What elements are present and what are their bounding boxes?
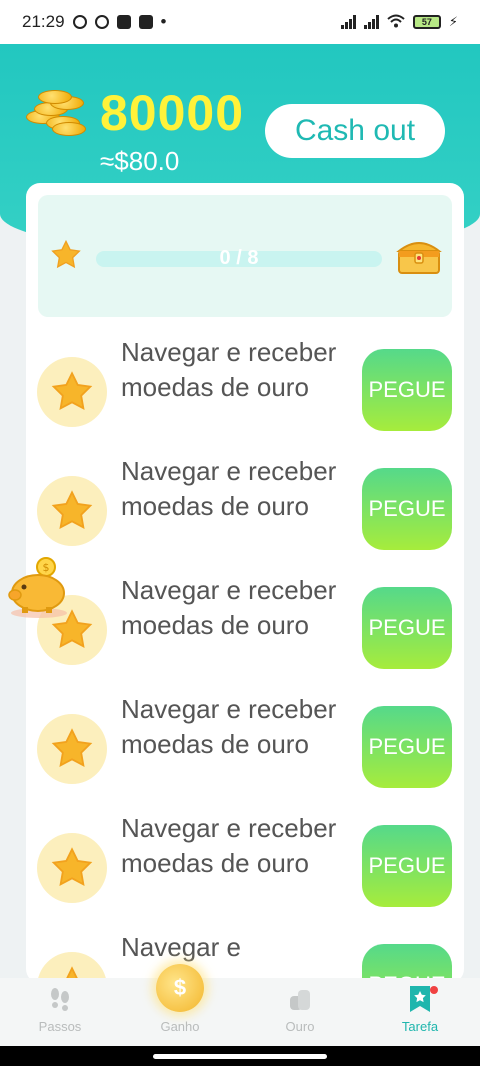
status-bar: 21:29 • 57 ⚡	[0, 0, 480, 44]
nav-item-ouro[interactable]: Ouro	[240, 978, 360, 1046]
piggy-bank-icon[interactable]: $	[6, 555, 72, 621]
task-row: Navegar ePEGUE	[26, 928, 464, 983]
nav-label: Passos	[38, 1019, 82, 1034]
headphones-icon	[72, 15, 87, 29]
task-progress-panel: 0 / 8	[38, 195, 452, 317]
usd-equivalent: ≈$80.0	[100, 146, 180, 176]
task-label: Navegar e	[121, 932, 241, 962]
charging-icon: ⚡	[448, 14, 458, 29]
pegue-button[interactable]: PEGUE	[362, 587, 452, 669]
nav-label: Tarefa	[401, 1019, 439, 1034]
treasure-chest-icon[interactable]	[394, 235, 444, 277]
task-label: Navegar e receber moedas de ouro	[121, 575, 337, 640]
task-label: Navegar e receber moedas de ouro	[121, 813, 337, 878]
home-indicator[interactable]	[153, 1053, 327, 1059]
pegue-button[interactable]: PEGUE	[362, 468, 452, 550]
b-icon	[94, 15, 109, 29]
bag-notification-icon	[138, 15, 153, 29]
star-icon	[37, 476, 107, 546]
star-icon	[37, 833, 107, 903]
coin-stack-icon	[26, 88, 86, 136]
app-notification-icon	[116, 15, 131, 29]
nav-item-passos[interactable]: Passos	[0, 978, 120, 1046]
star-icon	[37, 714, 107, 784]
notification-badge	[430, 986, 438, 994]
task-label: Navegar e receber moedas de ouro	[121, 337, 337, 402]
battery-icon: 57	[412, 15, 441, 29]
task-row: Navegar e receber moedas de ouro PEGUE	[26, 452, 464, 570]
task-row: Navegar e receber moedas de ouro PEGUE	[26, 571, 464, 689]
coin-balance: 80000	[100, 85, 245, 141]
pegue-button[interactable]: PEGUE	[362, 706, 452, 788]
task-row: Navegar e receber moedas de ouro PEGUE	[26, 333, 464, 451]
svg-text:$: $	[43, 561, 50, 574]
pegue-button[interactable]: PEGUE	[362, 349, 452, 431]
status-time: 21:29	[22, 12, 65, 31]
gesture-bar	[0, 1046, 480, 1066]
task-row: Navegar e receber moedas de ouro PEGUE	[26, 690, 464, 808]
nav-item-ganho[interactable]: $ Ganho	[120, 964, 240, 1046]
nav-label: Ganho	[160, 1019, 200, 1034]
signal-icon	[363, 15, 379, 29]
battery-level: 57	[421, 17, 432, 27]
star-icon	[37, 357, 107, 427]
nav-label: Ouro	[285, 1019, 315, 1034]
wifi-icon	[387, 14, 405, 31]
task-label: Navegar e receber moedas de ouro	[121, 456, 337, 521]
cash-out-button[interactable]: Cash out	[265, 104, 445, 158]
task-label: Navegar e receber moedas de ouro	[121, 694, 337, 759]
coin-stack-icon	[286, 985, 314, 1013]
task-card: 0 / 8 Navegar e receber moedas de ouro PE…	[26, 183, 464, 983]
task-row: Navegar e receber moedas de ouro PEGUE	[26, 809, 464, 927]
progress-text: 0 / 8	[219, 247, 259, 269]
star-icon	[51, 239, 81, 269]
pegue-button[interactable]: PEGUE	[362, 825, 452, 907]
bottom-nav: Passos $ Ganho Ouro Tarefa	[0, 964, 480, 1046]
signal-icon	[340, 15, 356, 29]
nav-item-tarefa[interactable]: Tarefa	[360, 978, 480, 1046]
more-notifications-dot-icon: •	[160, 12, 167, 31]
dollar-coin-icon: $	[156, 964, 204, 1012]
footprints-icon	[46, 985, 74, 1013]
